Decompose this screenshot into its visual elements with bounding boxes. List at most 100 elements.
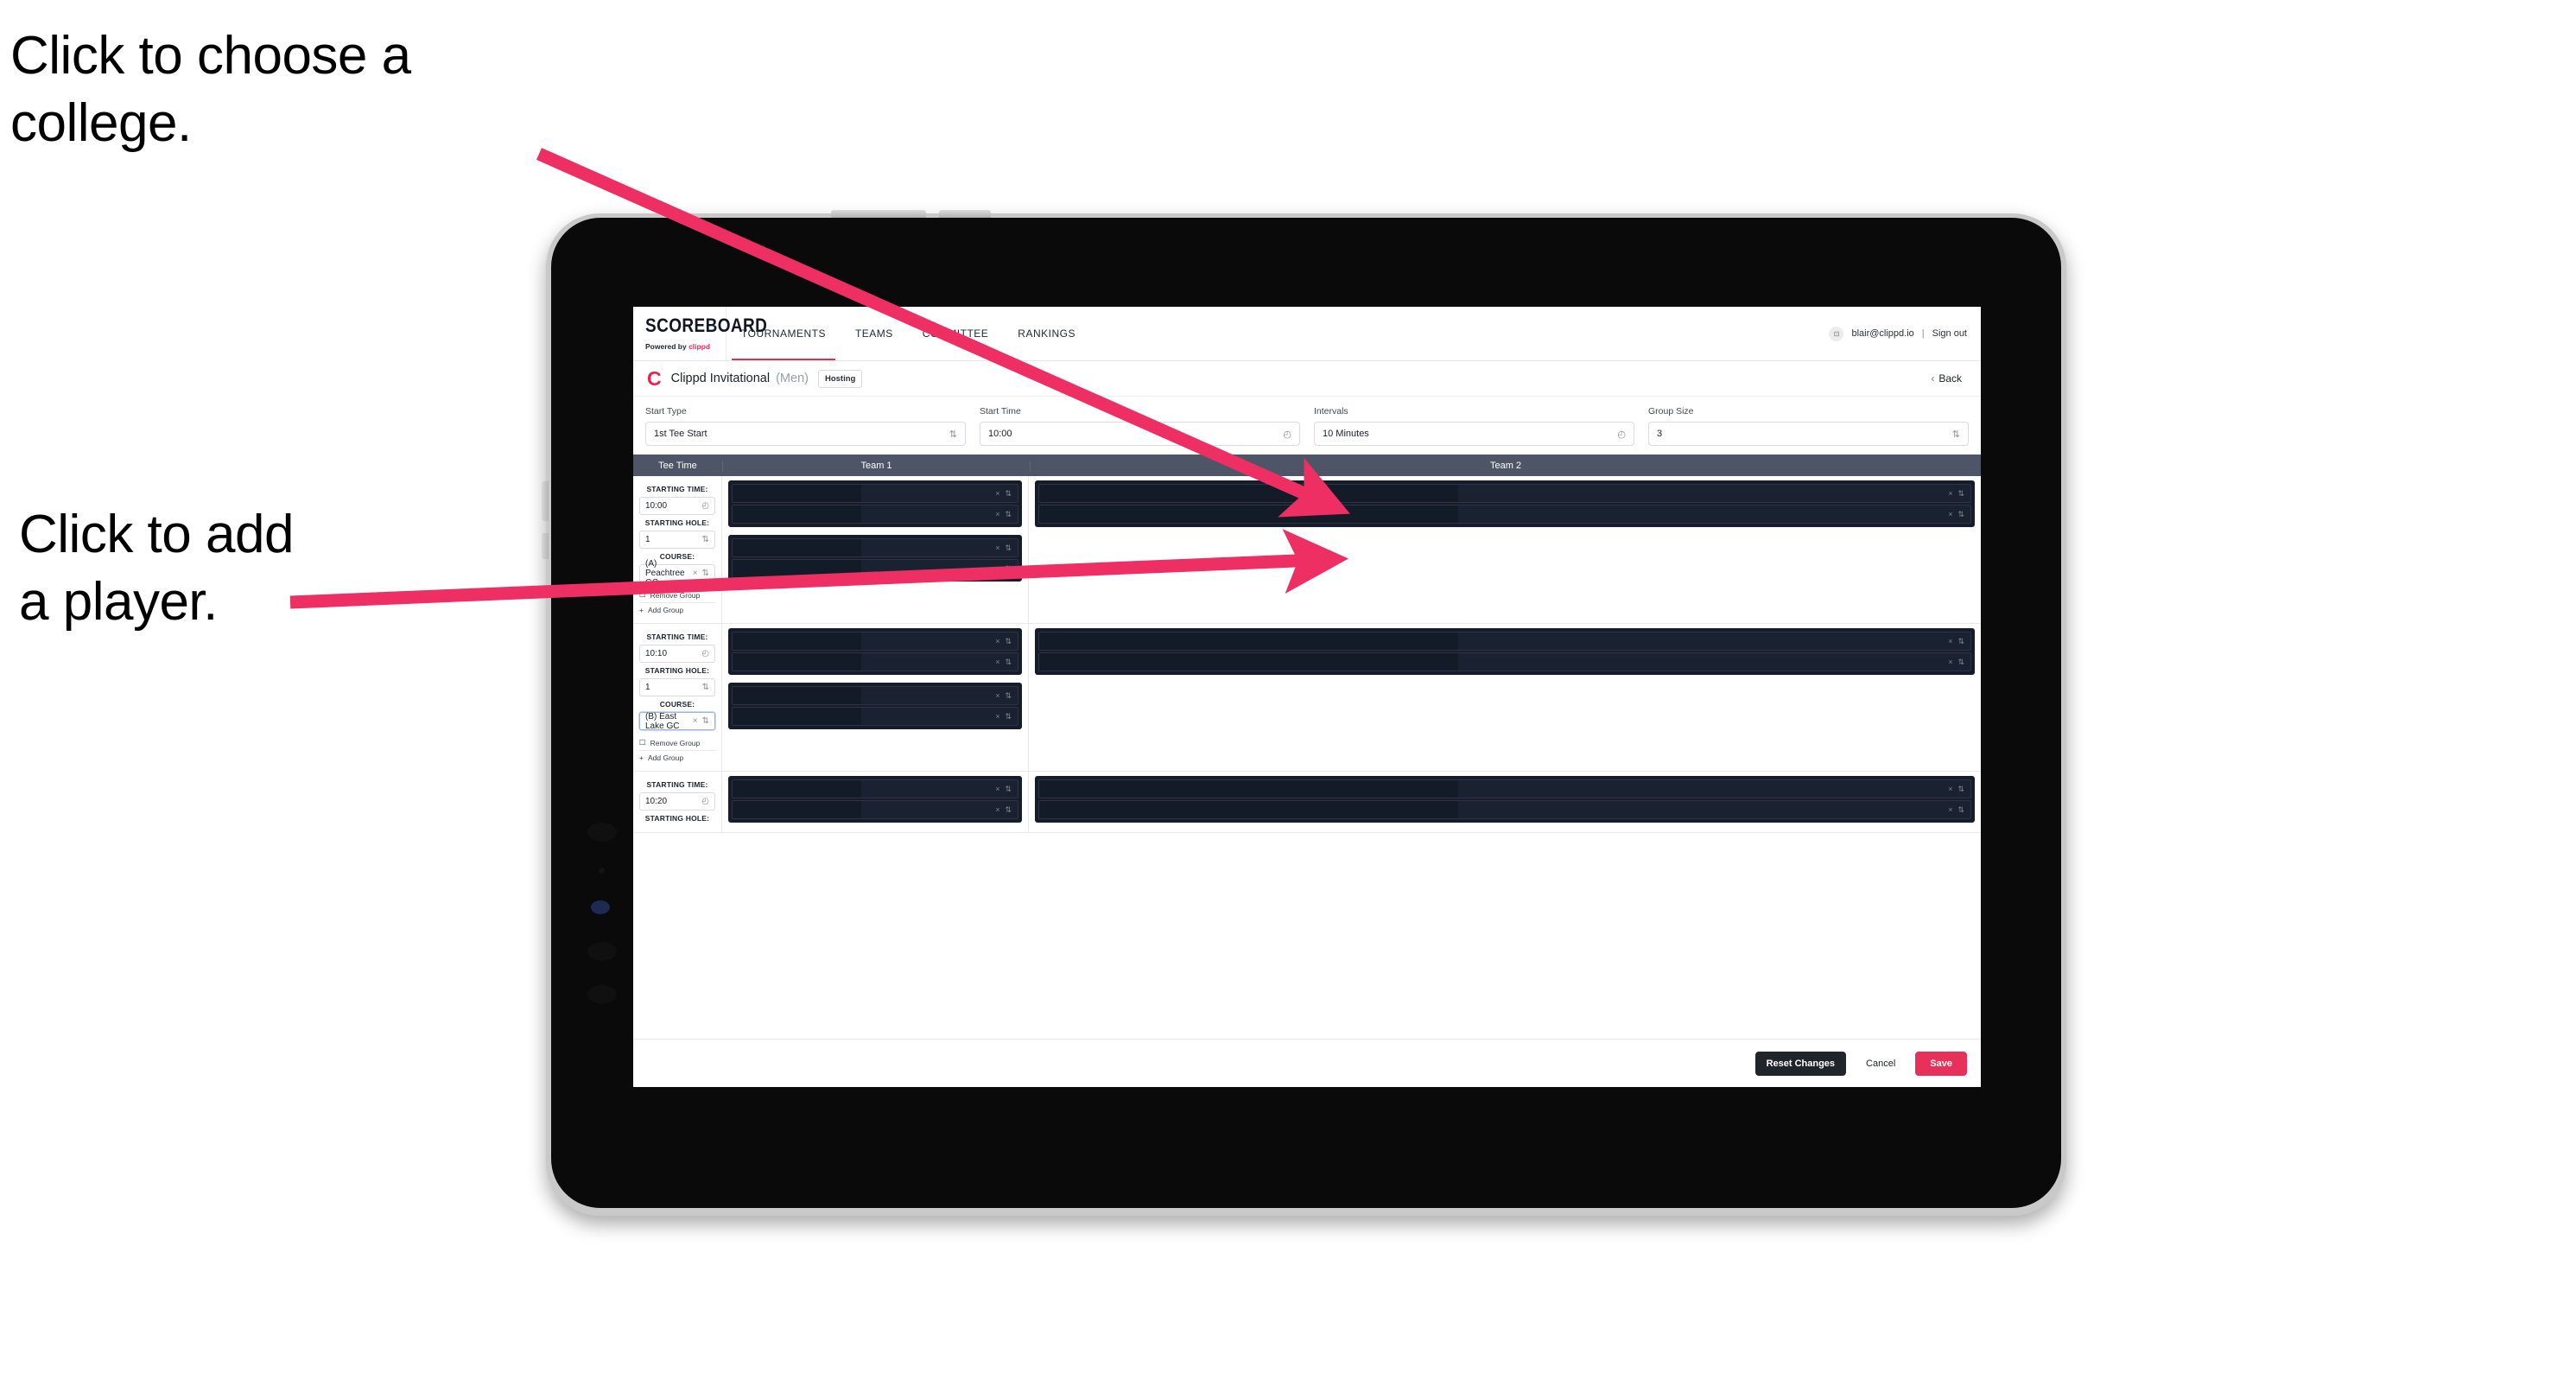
clock-icon[interactable]: ◴ <box>1283 429 1291 440</box>
player-select-row[interactable]: × ⇅ <box>1038 632 1971 651</box>
clear-icon[interactable]: × <box>1948 510 1952 518</box>
stepper-icon[interactable]: ⇅ <box>1005 658 1012 667</box>
course-select[interactable]: (A) Peachtree GC × ⇅ <box>639 559 715 588</box>
player-select-row[interactable]: × ⇅ <box>732 632 1018 651</box>
player-name-placeholder <box>1039 801 1459 818</box>
player-select-row[interactable]: × ⇅ <box>732 707 1018 726</box>
player-select-row[interactable]: × ⇅ <box>732 484 1018 503</box>
player-select-row[interactable]: × ⇅ <box>732 652 1018 671</box>
clear-icon[interactable]: × <box>995 712 999 721</box>
clear-icon[interactable]: × <box>995 658 999 666</box>
stepper-icon[interactable]: ⇅ <box>1952 429 1960 440</box>
stepper-icon[interactable]: ⇅ <box>702 535 709 544</box>
stepper-icon[interactable]: ⇅ <box>1957 637 1964 646</box>
clear-icon[interactable]: × <box>693 716 702 726</box>
remove-group-button[interactable]: ☐ Remove Group <box>639 588 715 602</box>
player-select-row[interactable]: × ⇅ <box>732 779 1018 798</box>
stepper-icon[interactable]: ⇅ <box>1957 510 1964 519</box>
account-separator: | <box>1921 328 1925 339</box>
player-select-row[interactable]: × ⇅ <box>1038 800 1971 819</box>
stepper-icon[interactable]: ⇅ <box>1005 544 1012 553</box>
clock-icon[interactable]: ◴ <box>701 501 709 511</box>
clear-icon[interactable]: × <box>995 489 999 498</box>
sign-out-link[interactable]: Sign out <box>1932 328 1967 339</box>
trash-icon: ☐ <box>639 738 646 747</box>
player-row-controls: × ⇅ <box>1948 658 1970 667</box>
player-select-row[interactable]: × ⇅ <box>732 538 1018 557</box>
stepper-icon[interactable]: ⇅ <box>1957 658 1964 667</box>
stepper-icon[interactable]: ⇅ <box>949 429 957 440</box>
stepper-icon[interactable]: ⇅ <box>1005 805 1012 815</box>
starting-hole-stepper[interactable]: 1 ⇅ <box>639 531 715 549</box>
nav-item-tournaments[interactable]: TOURNAMENTS <box>726 307 841 360</box>
clear-icon[interactable]: × <box>1948 805 1952 814</box>
player-select-row[interactable]: × ⇅ <box>732 800 1018 819</box>
stepper-icon[interactable]: ⇅ <box>1005 637 1012 646</box>
stepper-icon[interactable]: ⇅ <box>1957 805 1964 815</box>
save-button[interactable]: Save <box>1915 1051 1967 1076</box>
clear-icon[interactable]: × <box>995 510 999 518</box>
player-name-placeholder <box>733 633 861 650</box>
start-time-input[interactable]: 10:00 ◴ <box>980 422 1300 446</box>
stepper-icon[interactable]: ⇅ <box>1005 691 1012 701</box>
stepper-icon[interactable]: ⇅ <box>702 683 709 692</box>
player-name-placeholder <box>733 801 861 818</box>
nav-item-rankings[interactable]: RANKINGS <box>1003 307 1090 360</box>
clear-icon[interactable]: × <box>995 805 999 814</box>
stepper-icon[interactable]: ⇅ <box>1957 489 1964 499</box>
player-select-row[interactable]: × ⇅ <box>732 686 1018 705</box>
player-select-row[interactable]: × ⇅ <box>732 505 1018 524</box>
clock-icon[interactable]: ◴ <box>701 797 709 806</box>
clear-icon[interactable]: × <box>1948 637 1952 645</box>
stepper-icon[interactable]: ⇅ <box>1005 712 1012 722</box>
field-value: 10:20 <box>645 797 668 806</box>
cancel-button[interactable]: Cancel <box>1856 1052 1905 1076</box>
add-group-button[interactable]: + Add Group <box>639 751 715 765</box>
starting-hole-stepper[interactable]: 1 ⇅ <box>639 678 715 696</box>
player-select-row[interactable]: × ⇅ <box>1038 484 1971 503</box>
player-select-row[interactable]: × ⇅ <box>732 559 1018 578</box>
remove-group-button[interactable]: ☐ Remove Group <box>639 735 715 750</box>
brand-logo[interactable]: SCOREBOARD Powered by clippd <box>633 307 767 360</box>
clock-icon[interactable]: ◴ <box>701 649 709 658</box>
clear-icon[interactable]: × <box>995 691 999 700</box>
starting-time-input[interactable]: 10:10 ◴ <box>639 645 715 663</box>
stepper-icon[interactable]: ⇅ <box>1005 510 1012 519</box>
stepper-icon[interactable]: ⇅ <box>1005 489 1012 499</box>
start-type-value: 1st Tee Start <box>654 429 707 439</box>
clear-icon[interactable]: × <box>995 544 999 552</box>
clear-icon[interactable]: × <box>1948 489 1952 498</box>
clear-icon[interactable]: × <box>995 564 999 573</box>
nav-item-committee[interactable]: COMMITTEE <box>908 307 1004 360</box>
add-group-button[interactable]: + Add Group <box>639 603 715 617</box>
starting-time-input[interactable]: 10:00 ◴ <box>639 497 715 515</box>
clear-icon[interactable]: × <box>693 569 702 578</box>
starting-time-input[interactable]: 10:20 ◴ <box>639 792 715 811</box>
reset-changes-button[interactable]: Reset Changes <box>1754 1051 1847 1076</box>
clock-icon[interactable]: ◴ <box>1617 429 1626 440</box>
course-select[interactable]: (B) East Lake GC × ⇅ <box>639 712 715 731</box>
plus-icon: + <box>639 606 644 614</box>
stepper-icon[interactable]: ⇅ <box>1005 785 1012 794</box>
player-row-controls: × ⇅ <box>995 805 1018 815</box>
clear-icon[interactable]: × <box>995 785 999 793</box>
table-header-row: Tee Time Team 1 Team 2 <box>633 455 1981 476</box>
team-1-cell: × ⇅ × ⇅ × ⇅ × ⇅ <box>722 624 1029 771</box>
avatar[interactable]: ⊡ <box>1829 326 1844 341</box>
player-select-row[interactable]: × ⇅ <box>1038 652 1971 671</box>
stepper-icon[interactable]: ⇅ <box>1957 785 1964 794</box>
top-navbar: SCOREBOARD Powered by clippd TOURNAMENTS… <box>633 307 1981 361</box>
stepper-icon[interactable]: ⇅ <box>702 569 709 578</box>
group-size-select[interactable]: 3 ⇅ <box>1648 422 1969 446</box>
player-select-row[interactable]: × ⇅ <box>1038 505 1971 524</box>
start-type-select[interactable]: 1st Tee Start ⇅ <box>645 422 966 446</box>
player-select-row[interactable]: × ⇅ <box>1038 779 1971 798</box>
clear-icon[interactable]: × <box>1948 785 1952 793</box>
nav-item-teams[interactable]: TEAMS <box>841 307 908 360</box>
intervals-input[interactable]: 10 Minutes ◴ <box>1314 422 1634 446</box>
stepper-icon[interactable]: ⇅ <box>1005 564 1012 574</box>
back-link[interactable]: ‹ Back <box>1931 372 1967 385</box>
clear-icon[interactable]: × <box>995 637 999 645</box>
stepper-icon[interactable]: ⇅ <box>702 716 709 726</box>
clear-icon[interactable]: × <box>1948 658 1952 666</box>
